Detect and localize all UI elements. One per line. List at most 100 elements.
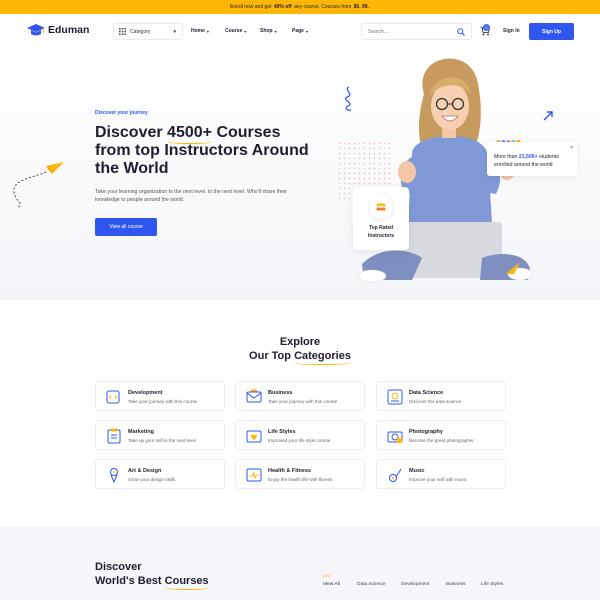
arrow-icon <box>543 111 553 121</box>
students-stat-card: × More than 21,500+ students enrolled ar… <box>487 142 577 176</box>
arrow-icon <box>506 262 520 274</box>
data-icon <box>387 389 403 405</box>
view-all-course-button[interactable]: View all course <box>95 218 157 236</box>
category-desc: Take your journey with this course <box>268 399 338 404</box>
nav-page[interactable]: Page ▾ <box>292 28 308 34</box>
trophy-icon <box>369 195 393 219</box>
chevron-down-icon: ▾ <box>244 28 247 34</box>
signin-link[interactable]: Sign In <box>503 28 520 34</box>
category-name: Development <box>128 390 163 396</box>
hero-section: Discover your journey Discover 4500+ Cou… <box>0 50 600 300</box>
chevron-down-icon: ▾ <box>274 28 277 34</box>
filter-data-science[interactable]: Data Science <box>357 582 386 587</box>
category-card-data-science[interactable]: Data Science Discover the data science <box>376 381 506 411</box>
grid-icon <box>119 28 126 35</box>
courses-title: Discover World's Best Courses <box>95 560 209 590</box>
pen-icon <box>110 468 118 483</box>
announcement-pre: Enroll now and get <box>230 4 272 10</box>
close-icon[interactable]: × <box>570 145 573 151</box>
category-card-business[interactable]: Business Take your journey with this cour… <box>235 381 365 411</box>
filter-life-styles[interactable]: Life Styles <box>481 582 503 587</box>
logo[interactable]: Eduman <box>27 23 89 37</box>
graduation-cap-icon <box>27 24 45 36</box>
nav-shop[interactable]: Shop ▾ <box>260 28 277 34</box>
category-desc: Become the great photographer <box>409 438 474 443</box>
search-icon[interactable] <box>457 28 465 36</box>
nav-home[interactable]: Home ▾ <box>191 28 209 34</box>
fitness-icon <box>246 468 262 482</box>
category-name: Life Styles <box>268 429 296 435</box>
category-card-health-fitness[interactable]: Health & Fitness Enjoy the health life wi… <box>235 459 365 489</box>
courses-title-line1: Discover <box>95 561 142 573</box>
category-name: Music <box>409 468 425 474</box>
nav-course[interactable]: Course ▾ <box>225 28 246 34</box>
category-name: Business <box>268 390 293 396</box>
category-card-marketing[interactable]: Marketing Take up your self in the next l… <box>95 420 225 450</box>
category-name: Data Science <box>409 390 444 396</box>
mail-icon <box>246 389 262 403</box>
filter-view-all[interactable]: View All <box>323 582 340 587</box>
chevron-down-icon: ▾ <box>305 28 308 34</box>
signup-button[interactable]: Sign Up <box>529 23 574 40</box>
stat-pre: More than <box>494 154 518 160</box>
camera-icon <box>387 431 403 443</box>
category-desc: Discover the data science <box>409 399 462 404</box>
courses-section <box>0 527 600 600</box>
categories-title-line1: Explore <box>279 336 321 348</box>
filter-count: (06) <box>323 573 331 578</box>
category-desc: Improve your self with music <box>409 477 467 482</box>
clipboard-icon <box>107 428 121 444</box>
search-placeholder: Search... <box>368 28 389 35</box>
top-rated-card: Top Rated Instructors <box>353 187 409 250</box>
category-card-music[interactable]: Music Improve your self with music <box>376 459 506 489</box>
filter-business[interactable]: Business <box>446 582 465 587</box>
categories-title-pre: Our Top <box>249 350 292 362</box>
hero-title: Discover 4500+ Courses from top Instruct… <box>95 124 315 178</box>
hero-description: Take your learning organization to the n… <box>95 189 287 203</box>
cart-count-badge: 2 <box>483 24 490 31</box>
nav-home-label: Home <box>191 28 205 34</box>
category-card-development[interactable]: Development Take your journey with this c… <box>95 381 225 411</box>
chevron-down-icon: ▾ <box>206 28 209 34</box>
logo-text: Eduman <box>48 24 90 36</box>
stat-number: 21,500+ <box>518 154 538 160</box>
chevron-down-icon: ▼ <box>172 29 177 34</box>
stat-text: More than 21,500+ students enrolled arou… <box>494 153 574 169</box>
category-name: Photography <box>409 429 443 435</box>
heart-icon <box>246 430 262 443</box>
announcement-discount: 40% off <box>273 4 292 10</box>
category-desc: Take up your self in the next level <box>128 438 196 443</box>
music-icon <box>389 468 402 482</box>
courses-title-highlight: Courses <box>164 575 209 590</box>
category-desc: Improved your life style course <box>268 438 331 443</box>
categories-title: Explore Our Top Categories <box>0 335 600 365</box>
courses-title-pre: World's Best <box>95 575 162 587</box>
category-card-art-design[interactable]: Art & Design Grow your design skills <box>95 459 225 489</box>
hero-eyebrow: Discover your journey <box>95 110 148 116</box>
nav-shop-label: Shop <box>260 28 273 34</box>
rated-line-2: Instructors <box>367 233 395 239</box>
category-select[interactable]: Category ▼ <box>113 23 183 40</box>
category-desc: Enjoy the health life with fitness <box>268 477 333 482</box>
search-input[interactable]: Search... <box>361 23 472 40</box>
site-header: Eduman Category ▼ Home ▾ Course ▾ Shop ▾ Pa… <box>0 14 600 50</box>
category-card-life-styles[interactable]: Life Styles Improved your life style cour… <box>235 420 365 450</box>
hero-title-highlight: 4500+ <box>167 124 212 144</box>
code-icon <box>106 390 120 404</box>
top-rated-label: Top Rated Instructors <box>353 224 409 240</box>
nav-course-label: Course <box>225 28 243 34</box>
filter-development[interactable]: Development <box>401 582 429 587</box>
paper-plane-icon <box>13 162 64 209</box>
category-card-photography[interactable]: Photography Become the great photographer <box>376 420 506 450</box>
category-desc: Take your journey with this course <box>128 399 198 404</box>
category-desc: Grow your design skills <box>128 477 176 482</box>
category-label: Category <box>130 28 151 35</box>
hero-title-pre: Discover <box>95 124 163 141</box>
announcement-mid: any course. Courses from <box>294 4 352 10</box>
category-name: Health & Fitness <box>268 468 312 474</box>
category-name: Marketing <box>128 429 154 435</box>
categories-title-highlight: Categories <box>294 350 351 365</box>
announcement-price: $5. 99. <box>353 4 369 10</box>
announcement-bar: Enroll now and get 40% off any course. C… <box>0 0 600 14</box>
nav-page-label: Page <box>292 28 304 34</box>
